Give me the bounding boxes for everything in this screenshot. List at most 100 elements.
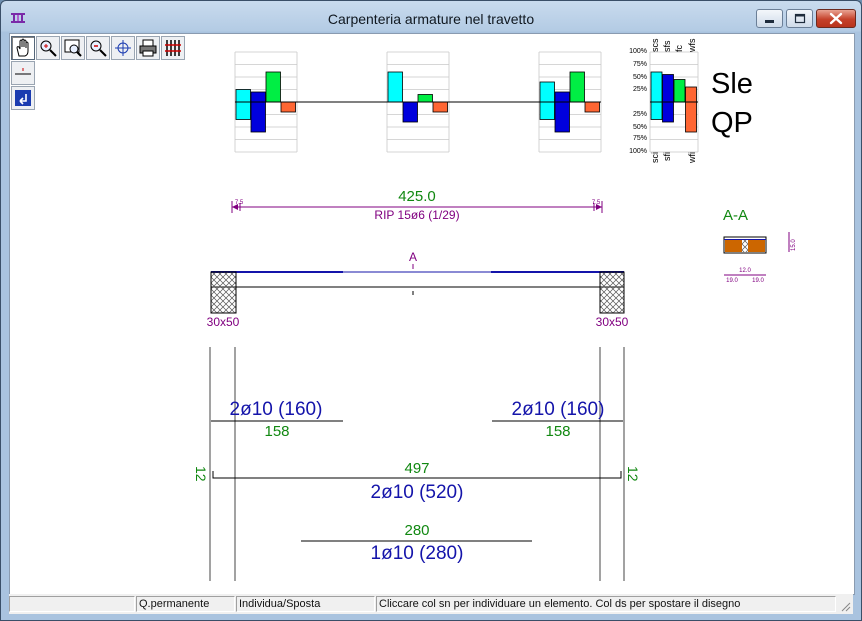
pct-label: 25% xyxy=(633,86,647,93)
check-bar-blue xyxy=(250,91,266,133)
section-marker-label: A xyxy=(409,250,417,264)
stirrup-span-value: 425.0 xyxy=(398,188,436,205)
zoom-window-icon xyxy=(64,39,82,57)
section-height: 15.0 xyxy=(791,239,797,251)
zoom-in-icon xyxy=(40,40,57,57)
check-bar-cyan xyxy=(387,71,403,103)
combination-label-qp: QP xyxy=(711,107,753,139)
rebar-hook-right: 12 xyxy=(625,466,641,482)
crosshair-target-icon xyxy=(115,40,131,56)
close-button[interactable] xyxy=(816,9,856,28)
print-button[interactable] xyxy=(136,36,160,60)
pct-label: 75% xyxy=(633,135,647,142)
section-left-width: 19.0 xyxy=(726,278,738,284)
support-left-label: 30x50 xyxy=(207,315,240,329)
check-label-scs: scs xyxy=(650,38,660,52)
resize-grip-icon[interactable] xyxy=(839,600,851,612)
line-section-icon xyxy=(15,68,31,75)
stirrup-end-right: 7.5 xyxy=(592,200,601,206)
return-arrow-icon xyxy=(15,90,31,106)
check-bar-green xyxy=(673,79,686,103)
rebar-top-left-label: 2ø10 (160) xyxy=(230,399,323,420)
rebar-bottom-main-label: 2ø10 (520) xyxy=(371,482,464,503)
zoom-in-button[interactable] xyxy=(36,36,60,60)
beam-elevation[interactable]: A 30x50 30x50 xyxy=(207,250,629,329)
close-icon xyxy=(829,12,843,25)
zoom-out-icon xyxy=(90,40,107,57)
rebar-editor-button[interactable] xyxy=(161,36,185,60)
check-bar-blue xyxy=(662,74,674,123)
rebar-bottom-extra-label: 1ø10 (280) xyxy=(371,543,464,564)
rebar-hook-left: 12 xyxy=(193,466,209,482)
window-title: Carpenteria armature nel travetto xyxy=(327,11,535,27)
beam-drawing[interactable]: 100% 75% 50% 25% 25% 50% 75% 100% scs sf… xyxy=(10,34,854,594)
pct-label: 50% xyxy=(633,74,647,81)
support-right[interactable] xyxy=(599,271,625,314)
hand-pan-icon xyxy=(16,38,29,57)
section-detail-title: A-A xyxy=(723,207,748,224)
stirrup-end-left: 7.5 xyxy=(235,200,244,206)
support-left[interactable] xyxy=(210,271,237,314)
maximize-icon xyxy=(794,13,806,24)
section-rib-width: 12.0 xyxy=(739,268,751,274)
check-bar-orange xyxy=(584,101,600,113)
check-bar-cyan xyxy=(650,71,663,120)
rebar-grid-icon xyxy=(165,40,181,56)
zoom-window-button[interactable] xyxy=(61,36,85,60)
section-right-width: 19.0 xyxy=(752,278,764,284)
check-label-sfi: sfi xyxy=(662,152,672,161)
rebar-top-left-length: 158 xyxy=(264,423,289,440)
check-bar-cyan xyxy=(539,81,555,120)
check-label-wfi: wfi xyxy=(687,152,697,164)
title-bar[interactable]: Carpenteria armature nel travetto xyxy=(1,1,861,37)
support-right-label: 30x50 xyxy=(596,315,629,329)
return-button[interactable] xyxy=(11,86,35,110)
check-bar-orange xyxy=(280,101,296,113)
check-bar-blue xyxy=(554,91,570,133)
status-hint: Cliccare col sn per individuare un eleme… xyxy=(376,596,836,612)
pan-tool-button[interactable] xyxy=(11,36,35,60)
stirrup-spec: RIP 15ø6 (1/29) xyxy=(374,208,459,222)
check-bar-blue xyxy=(402,101,418,123)
check-label-wfs: wfs xyxy=(687,38,697,53)
check-bar-green xyxy=(417,94,433,103)
stirrup-dimension: 425.0 RIP 15ø6 (1/29) 7.5 7.5 xyxy=(231,188,603,222)
check-bar-orange xyxy=(432,101,448,113)
rebar-bottom-extra-length: 280 xyxy=(404,522,429,539)
rebar-layout[interactable]: 2ø10 (160) 158 2ø10 (160) 158 497 2ø10 (… xyxy=(193,347,641,581)
minimize-button[interactable] xyxy=(756,9,783,28)
percent-scale-bottom: 25% 50% 75% 100% xyxy=(629,111,647,155)
check-labels-top: scs sfs fc wfs xyxy=(650,38,697,53)
minimize-icon xyxy=(765,20,774,23)
rebar-top-right-length: 158 xyxy=(545,423,570,440)
center-view-button[interactable] xyxy=(111,36,135,60)
status-mode: Individua/Sposta xyxy=(236,596,375,612)
pct-label: 25% xyxy=(633,111,647,118)
section-line-button[interactable] xyxy=(11,61,35,85)
check-bar-green xyxy=(265,71,281,103)
maximize-button[interactable] xyxy=(786,9,813,28)
check-bar-green xyxy=(569,71,585,103)
rebar-top-right-label: 2ø10 (160) xyxy=(512,399,605,420)
status-bar: Q.permanente Individua/Sposta Cliccare c… xyxy=(9,594,853,614)
section-detail: A-A 15.0 12.0 19.0 19.0 xyxy=(723,207,797,284)
zoom-out-button[interactable] xyxy=(86,36,110,60)
drawing-canvas[interactable]: 100% 75% 50% 25% 25% 50% 75% 100% scs sf… xyxy=(9,33,855,595)
check-label-sci: sci xyxy=(650,152,660,163)
rebar-bottom-main-length: 497 xyxy=(404,460,429,477)
check-label-sfs: sfs xyxy=(662,40,672,52)
check-bar-cyan xyxy=(235,89,251,120)
status-panel-1 xyxy=(9,596,135,612)
main-window: Carpenteria armature nel travetto 100% 7… xyxy=(0,0,862,621)
printer-icon xyxy=(139,39,157,57)
check-labels-bottom: sci sfi wfi xyxy=(650,152,697,164)
status-load-case: Q.permanente xyxy=(136,596,235,612)
stress-check-charts xyxy=(234,51,699,153)
pct-label: 50% xyxy=(633,124,647,131)
pct-label: 75% xyxy=(633,61,647,68)
pct-label: 100% xyxy=(629,148,647,155)
check-bar-orange xyxy=(685,86,697,133)
pct-label: 100% xyxy=(629,48,647,55)
check-label-fc: fc xyxy=(674,44,684,52)
combination-label-sle: Sle xyxy=(711,68,753,100)
